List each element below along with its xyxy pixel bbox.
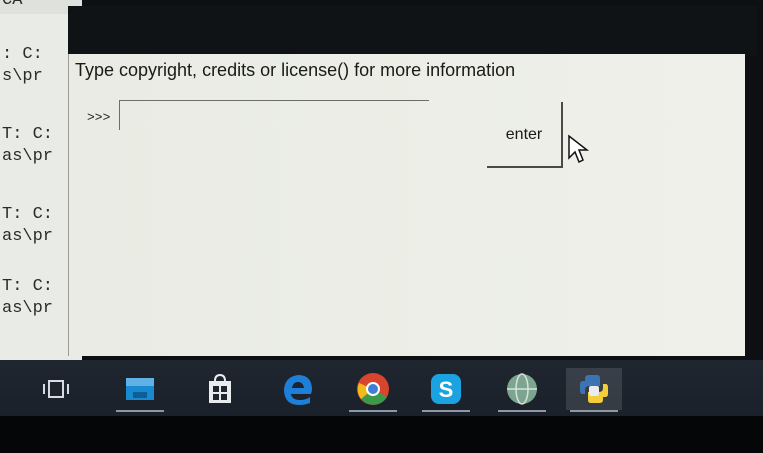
console-line: as\pr [2,227,54,246]
enter-button[interactable]: enter [487,102,563,168]
taskbar-skype[interactable]: S [418,368,474,412]
prompt-label: >>> [87,110,111,125]
skype-icon: S [431,374,461,404]
svg-text:S: S [439,377,454,402]
console-line: as\pr [2,299,54,318]
console-line: T: C: [2,277,54,296]
task-view-icon [43,380,69,398]
console-line: CA [2,0,23,10]
taskbar: S [0,360,763,416]
console-line: as\pr [2,147,54,166]
python-shell-window: Type copyright, credits or license() for… [68,54,745,356]
chrome-icon [357,373,389,405]
taskbar-globe-app[interactable] [494,368,550,412]
mouse-pointer-icon [568,134,590,164]
window-titlebar-area [68,6,758,56]
python-icon [580,375,608,403]
console-line: s\pr [2,67,43,86]
file-explorer-icon [126,378,154,400]
taskbar-chrome[interactable] [345,368,401,412]
globe-app-icon [507,373,537,405]
taskbar-edge[interactable] [270,368,326,410]
edge-icon [284,375,312,405]
console-line: T: C: [2,125,54,144]
screen-bottom-bezel [0,416,763,453]
taskbar-store[interactable] [192,368,248,410]
command-input[interactable] [119,100,429,130]
task-view-button[interactable] [28,368,84,410]
store-icon [209,373,231,403]
console-line: : C: [2,45,43,64]
taskbar-python[interactable] [566,368,622,412]
taskbar-file-explorer[interactable] [112,368,168,412]
console-line: T: C: [2,205,54,224]
info-text: Type copyright, credits or license() for… [75,60,516,80]
